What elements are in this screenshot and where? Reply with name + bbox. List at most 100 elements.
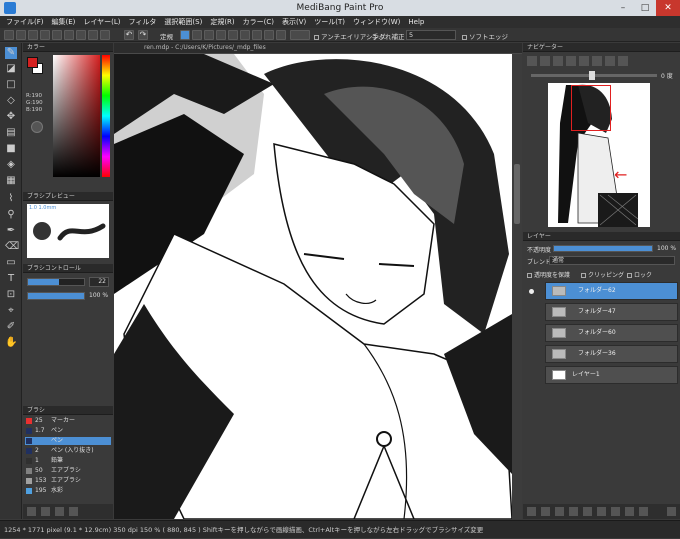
- text-tool-icon[interactable]: T: [5, 273, 17, 285]
- reset-view-icon[interactable]: [618, 56, 628, 66]
- merge-down-icon[interactable]: [611, 507, 620, 516]
- menu-item-8[interactable]: ツール(T): [314, 17, 345, 27]
- eyedropper-tool-icon[interactable]: ⌖: [5, 305, 17, 317]
- new-layer-icon[interactable]: [527, 507, 536, 516]
- eraser-tool-icon[interactable]: ◪: [5, 63, 17, 75]
- redo-icon[interactable]: ↷: [138, 30, 148, 40]
- speech-bubble-icon[interactable]: [28, 30, 38, 40]
- soft-edge-checkbox[interactable]: [462, 34, 467, 40]
- move-tool-icon[interactable]: ✥: [5, 111, 17, 123]
- menu-item-9[interactable]: ウィンドウ(W): [353, 17, 400, 27]
- stabilizer-select[interactable]: 5: [406, 30, 456, 40]
- navigator-preview[interactable]: ←: [548, 83, 650, 227]
- delete-layer-icon[interactable]: [667, 507, 676, 516]
- layer-opacity-slider[interactable]: [553, 245, 653, 252]
- snap-settings-icon[interactable]: [276, 30, 286, 40]
- transform-tool-icon[interactable]: ▤: [5, 127, 17, 139]
- grid-toggle-icon[interactable]: [290, 30, 310, 40]
- bucket-tool-icon[interactable]: ◈: [5, 159, 17, 171]
- saturation-value-picker[interactable]: [53, 55, 100, 177]
- brush-folder-icon[interactable]: [69, 507, 78, 516]
- navigator-viewport-box[interactable]: [571, 85, 611, 131]
- grid-icon[interactable]: [100, 30, 110, 40]
- drawing-canvas[interactable]: [114, 54, 512, 519]
- brush-size-slider[interactable]: [27, 278, 85, 286]
- menu-item-1[interactable]: 編集(E): [52, 17, 76, 27]
- palette-icon[interactable]: [16, 30, 26, 40]
- undo-icon[interactable]: ↶: [124, 30, 134, 40]
- curve-snap-icon[interactable]: [240, 30, 250, 40]
- canvas-scrollbar[interactable]: [512, 54, 522, 519]
- zoom-in-icon[interactable]: [527, 56, 537, 66]
- protect-alpha-checkbox[interactable]: [527, 273, 532, 278]
- layer-row[interactable]: フォルダー47: [545, 303, 678, 321]
- brush-item[interactable]: 1.7 ペン: [25, 427, 111, 435]
- menu-item-5[interactable]: 定規(R): [210, 17, 234, 27]
- duplicate-layer-icon[interactable]: [583, 507, 592, 516]
- lasso-tool-icon[interactable]: ⌇: [5, 193, 17, 205]
- layer-row[interactable]: フォルダー62: [545, 282, 678, 300]
- brush-item[interactable]: ペン: [25, 437, 111, 445]
- hand-tool-icon[interactable]: ✋: [5, 337, 17, 349]
- brush-cloud-icon[interactable]: [41, 507, 50, 516]
- circle-snap-icon[interactable]: [228, 30, 238, 40]
- layer-properties-icon[interactable]: [625, 507, 634, 516]
- maximize-button[interactable]: □: [634, 0, 656, 16]
- antialias-checkbox[interactable]: [314, 34, 319, 40]
- parallel-snap-icon[interactable]: [192, 30, 202, 40]
- layer-row[interactable]: レイヤー1: [545, 366, 678, 384]
- brush-size-value[interactable]: 22: [89, 277, 109, 287]
- new-1bit-layer-icon[interactable]: [569, 507, 578, 516]
- brush-item[interactable]: 153 エアブラシ: [25, 477, 111, 485]
- layers-icon[interactable]: [52, 30, 62, 40]
- operation-tool-icon[interactable]: ⊡: [5, 289, 17, 301]
- new-halftone-layer-icon[interactable]: [541, 507, 550, 516]
- rotate-right-icon[interactable]: [605, 56, 615, 66]
- actual-size-icon[interactable]: [566, 56, 576, 66]
- new-canvas-icon[interactable]: [4, 30, 14, 40]
- minimize-button[interactable]: –: [612, 0, 634, 16]
- scrollbar-thumb[interactable]: [514, 164, 520, 224]
- rotation-slider-thumb[interactable]: [589, 71, 595, 80]
- foreground-swatch[interactable]: [27, 57, 38, 68]
- lock-checkbox[interactable]: [627, 273, 632, 278]
- brush-tool-icon[interactable]: ✎: [5, 47, 17, 59]
- brush-item[interactable]: 1 鉛筆: [25, 457, 111, 465]
- menu-item-10[interactable]: Help: [408, 18, 424, 26]
- image-icon[interactable]: [88, 30, 98, 40]
- brush-import-icon[interactable]: [55, 507, 64, 516]
- fit-icon[interactable]: [553, 56, 563, 66]
- magic-wand-icon[interactable]: ⚲: [5, 209, 17, 221]
- vanishing-snap-icon[interactable]: [264, 30, 274, 40]
- brush-item[interactable]: 2 ペン (入り抜き): [25, 447, 111, 455]
- pen-tool-icon[interactable]: ✐: [5, 321, 17, 333]
- cross-snap-icon[interactable]: [204, 30, 214, 40]
- brush-icon[interactable]: [64, 30, 74, 40]
- hue-slider[interactable]: [102, 55, 110, 177]
- layer-row[interactable]: フォルダー60: [545, 324, 678, 342]
- rect-tool-icon[interactable]: □: [5, 79, 17, 91]
- color-wheel-icon[interactable]: [31, 121, 43, 133]
- flip-icon[interactable]: [579, 56, 589, 66]
- close-button[interactable]: ✕: [656, 0, 680, 16]
- fill-tool-icon[interactable]: ■: [5, 143, 17, 155]
- text-icon[interactable]: [76, 30, 86, 40]
- clipping-checkbox[interactable]: [581, 273, 586, 278]
- page-icon[interactable]: [40, 30, 50, 40]
- blend-select[interactable]: 通常: [549, 256, 675, 265]
- new-8bit-layer-icon[interactable]: [555, 507, 564, 516]
- brush-item[interactable]: 25 マーカー: [25, 417, 111, 425]
- menu-item-2[interactable]: レイヤー(L): [83, 17, 120, 27]
- rotate-left-icon[interactable]: [592, 56, 602, 66]
- menu-item-3[interactable]: フィルタ: [129, 17, 157, 27]
- menu-item-0[interactable]: ファイル(F): [6, 17, 44, 27]
- document-tab[interactable]: ren.mdp - C:/Users/K/Pictures/_mdp_files: [114, 43, 522, 53]
- radial-snap-icon[interactable]: [216, 30, 226, 40]
- snap-off-icon[interactable]: [180, 30, 190, 40]
- layer-visibility-icon[interactable]: [529, 289, 534, 294]
- brush-item[interactable]: 50 エアブラシ: [25, 467, 111, 475]
- menu-item-7[interactable]: 表示(V): [282, 17, 306, 27]
- zoom-out-icon[interactable]: [540, 56, 550, 66]
- brush-opacity-slider[interactable]: [27, 292, 85, 300]
- layer-row[interactable]: フォルダー36: [545, 345, 678, 363]
